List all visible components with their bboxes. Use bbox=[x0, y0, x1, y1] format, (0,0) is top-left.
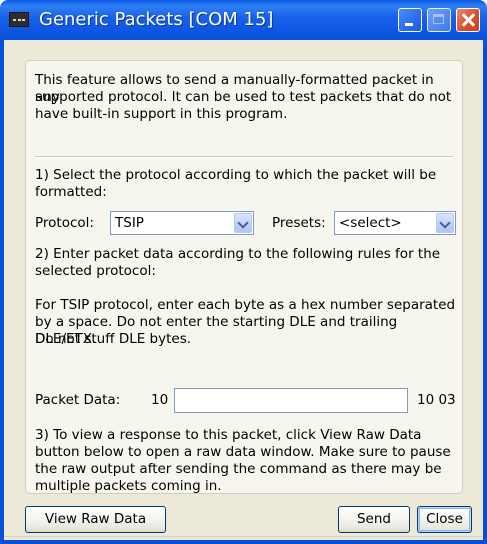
close-button[interactable]: Close bbox=[417, 506, 472, 533]
packet-data-label: Packet Data: bbox=[35, 392, 121, 408]
presets-label: Presets: bbox=[272, 215, 326, 231]
step2-text-line-2: selected protocol: bbox=[35, 263, 156, 279]
packet-prefix: 10 bbox=[151, 392, 169, 408]
generic-packets-window: Generic Packets [COM 15] This feature al… bbox=[0, 0, 487, 544]
step2-text-line-1: 2) Enter packet data according to the fo… bbox=[35, 246, 441, 262]
step3-text-line-2: button below to open a raw data window. … bbox=[35, 444, 451, 460]
step3-text-line-1: 3) To view a response to this packet, cl… bbox=[35, 427, 422, 443]
divider bbox=[35, 156, 453, 158]
protocol-label: Protocol: bbox=[35, 215, 94, 231]
minimize-icon[interactable] bbox=[398, 8, 422, 32]
send-button[interactable]: Send bbox=[338, 506, 410, 533]
instructions-panel: This feature allows to send a manually-f… bbox=[25, 60, 463, 494]
window-title: Generic Packets [COM 15] bbox=[39, 9, 274, 30]
view-raw-data-button[interactable]: View Raw Data bbox=[25, 506, 166, 533]
step1-text-line-1: 1) Select the protocol according to whic… bbox=[35, 167, 437, 183]
maximize-icon[interactable] bbox=[427, 8, 451, 32]
packet-data-input[interactable] bbox=[174, 388, 408, 413]
step3-text-line-3: the raw output after sending the command… bbox=[35, 461, 442, 477]
protocol-dropdown[interactable]: TSIP bbox=[110, 211, 254, 235]
step1-text-line-2: formatted: bbox=[35, 184, 107, 200]
chevron-down-icon[interactable] bbox=[234, 213, 252, 233]
protocol-value: TSIP bbox=[115, 215, 144, 231]
close-icon[interactable] bbox=[456, 8, 480, 32]
dialog-body: This feature allows to send a manually-f… bbox=[4, 40, 483, 540]
rules-text-line-3: Do not stuff DLE bytes. bbox=[35, 331, 192, 347]
intro-text-line-2: supported protocol. It can be used to te… bbox=[35, 89, 452, 105]
title-bar[interactable]: Generic Packets [COM 15] bbox=[0, 0, 487, 40]
terminal-icon[interactable] bbox=[9, 12, 29, 27]
chevron-down-icon[interactable] bbox=[436, 213, 454, 233]
bottom-edge bbox=[4, 536, 483, 537]
packet-suffix: 10 03 bbox=[417, 392, 456, 408]
intro-text-line-3: have built-in support in this program. bbox=[35, 106, 288, 122]
step3-text-line-4: multiple packets coming in. bbox=[35, 478, 222, 494]
presets-dropdown[interactable]: <select> bbox=[334, 211, 456, 235]
rules-text-line-1: For TSIP protocol, enter each byte as a … bbox=[35, 297, 456, 313]
presets-value: <select> bbox=[339, 215, 402, 231]
